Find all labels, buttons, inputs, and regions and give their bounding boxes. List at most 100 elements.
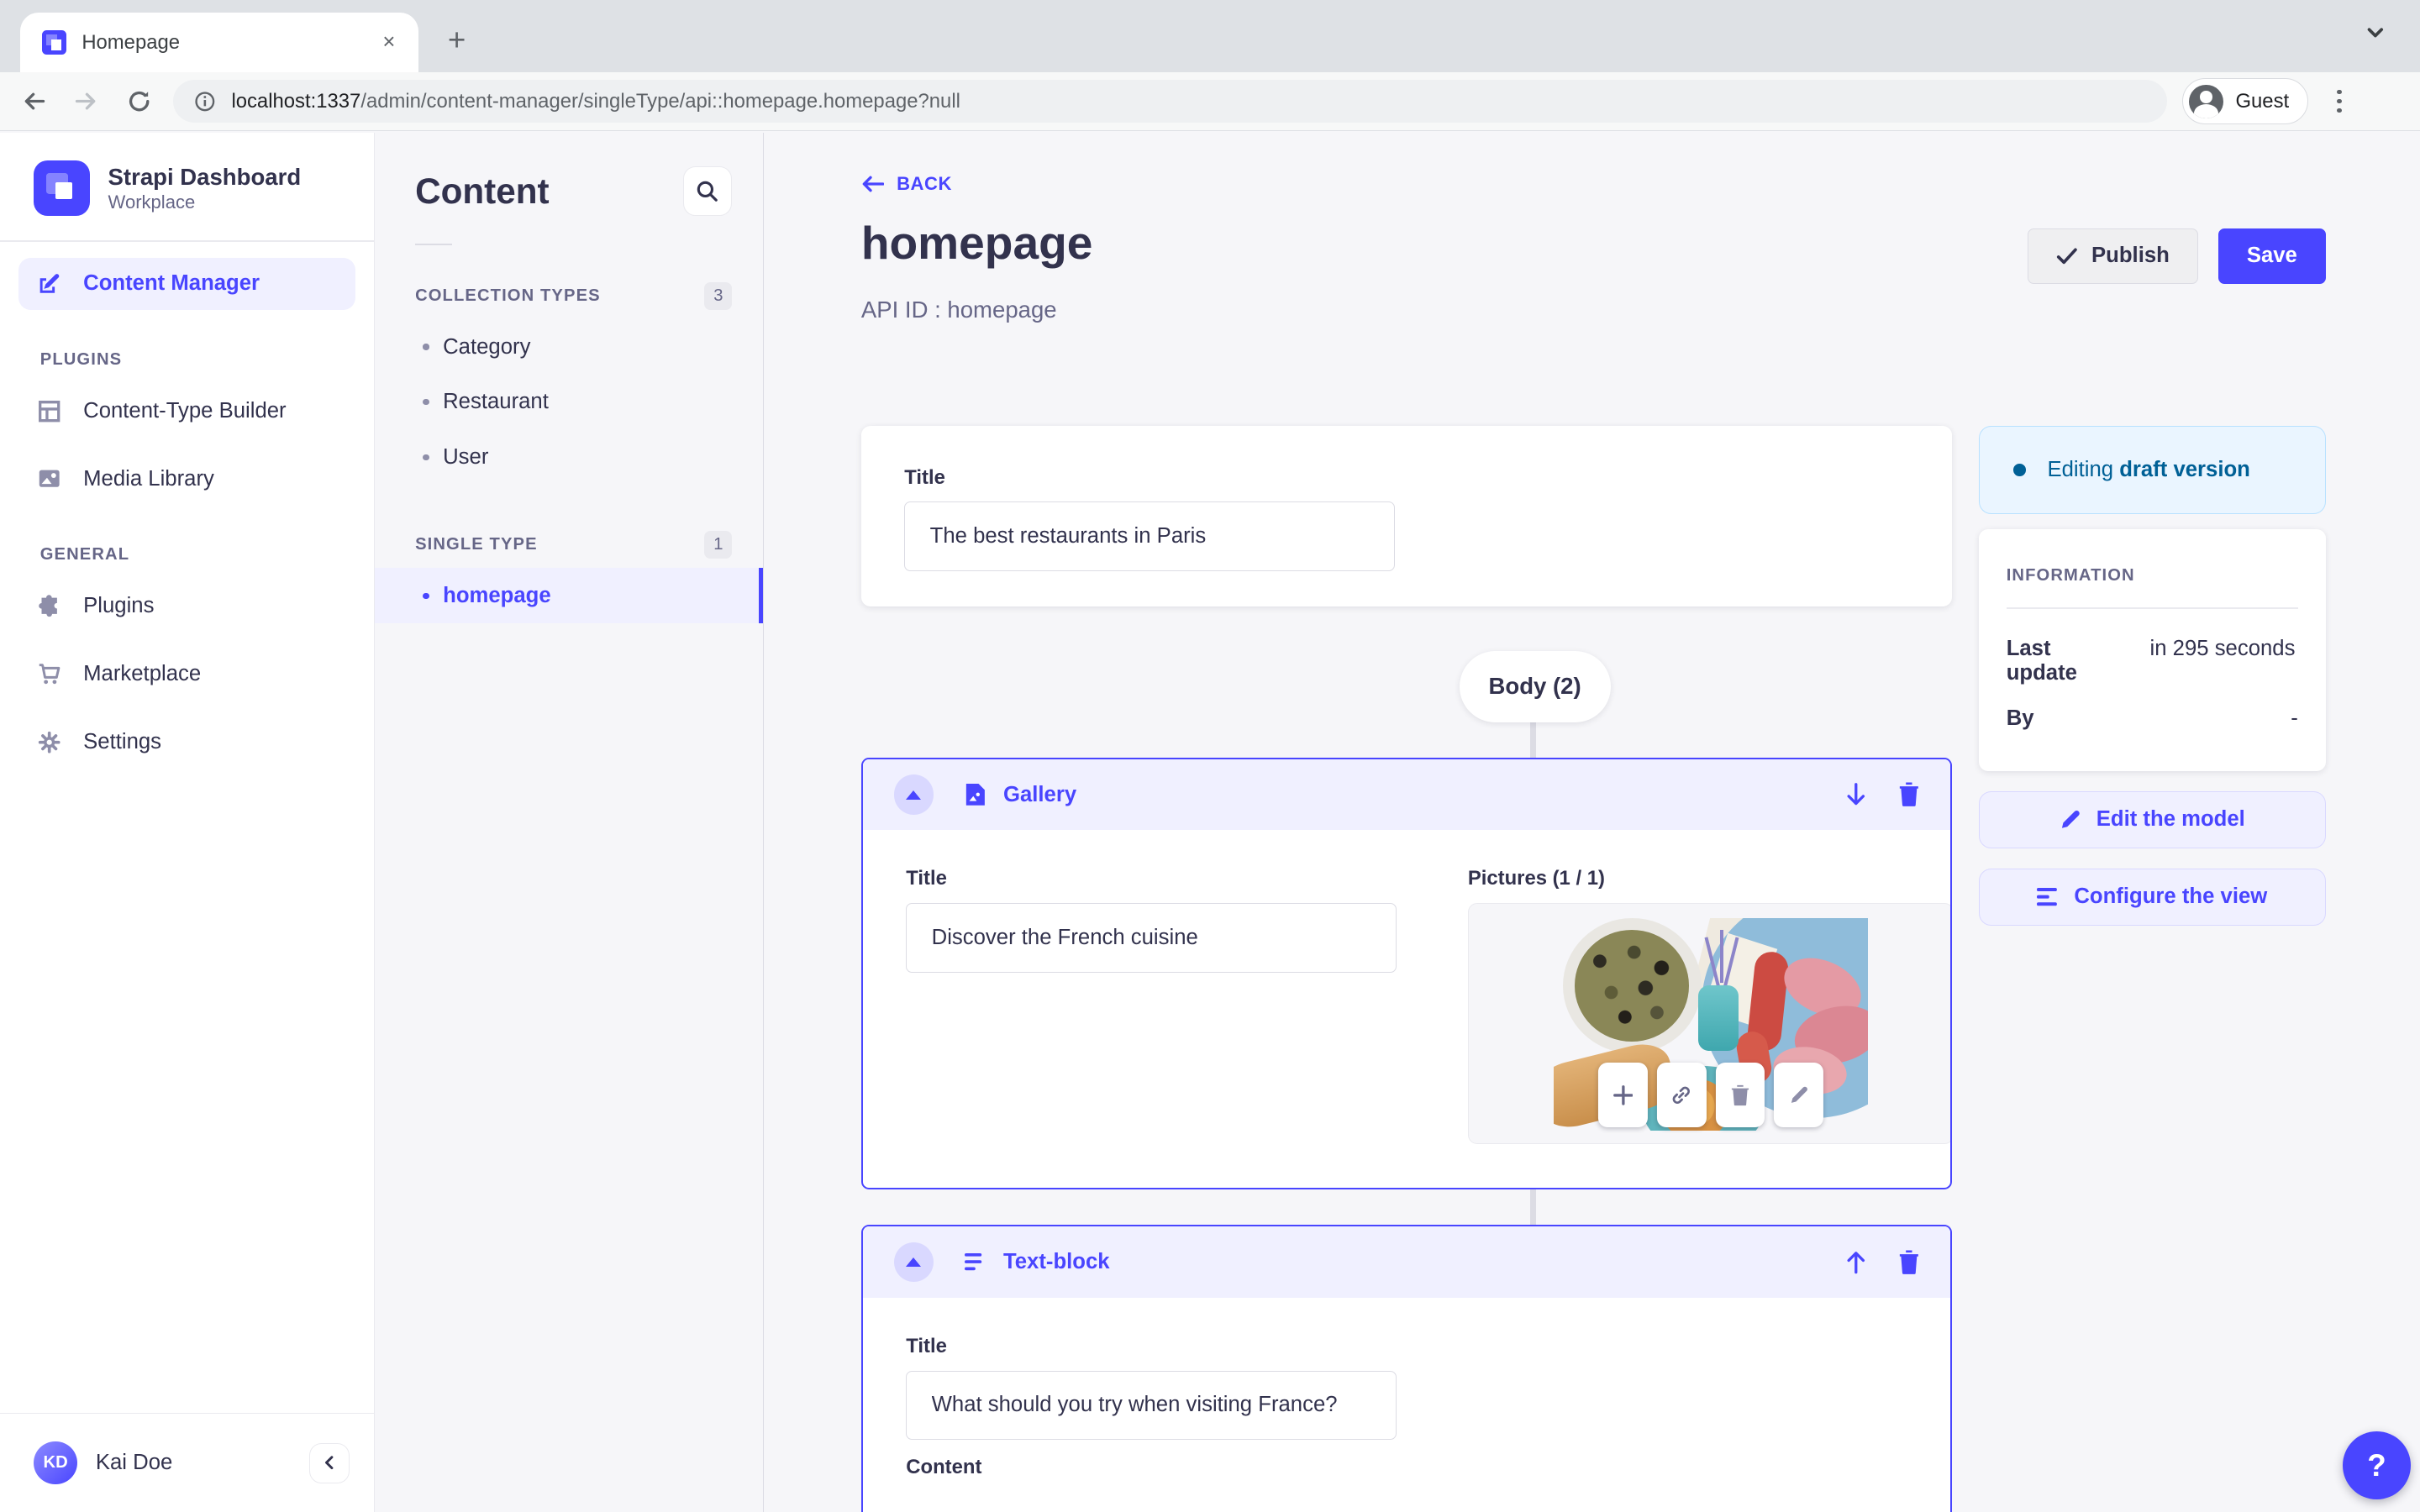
arrow-left-icon (861, 175, 885, 193)
collapse-component-button[interactable] (894, 1242, 934, 1283)
collapse-component-button[interactable] (894, 774, 934, 815)
forward-nav-icon[interactable] (68, 83, 105, 120)
right-panel: Editing draft version INFORMATION Last u… (1979, 426, 2326, 926)
url-host: localhost:1337 (231, 90, 360, 113)
publish-button[interactable]: Publish (2028, 228, 2198, 284)
sidebar-section-plugins: PLUGINS (40, 350, 375, 370)
component-name: Text-block (1003, 1250, 1826, 1274)
sidebar-item-plugins[interactable]: Plugins (18, 580, 355, 632)
brand[interactable]: Strapi Dashboard Workplace (0, 133, 374, 241)
move-up-button[interactable] (1844, 1250, 1868, 1274)
add-picture-button[interactable] (1598, 1063, 1648, 1127)
sidebar-item-label: Media Library (83, 467, 214, 491)
brand-title: Strapi Dashboard (108, 163, 302, 192)
picture-actions (1598, 1063, 1823, 1127)
zone-connector (1530, 1189, 1536, 1225)
delete-picture-button[interactable] (1716, 1063, 1765, 1127)
bullet-icon (423, 454, 429, 460)
zone-connector (1530, 719, 1536, 759)
help-button[interactable]: ? (2343, 1431, 2411, 1499)
url-text: localhost:1337/admin/content-manager/sin… (231, 90, 960, 113)
lines-icon (2037, 888, 2059, 906)
screen: Homepage × + localhost:1337/admin/conten… (0, 0, 2420, 1512)
last-update-value: in 295 seconds (2150, 637, 2298, 685)
edit-picture-button[interactable] (1774, 1063, 1823, 1127)
information-divider (2007, 607, 2298, 609)
pictures-label: Pictures (1 / 1) (1468, 867, 1953, 890)
sidebar-item-content-type-builder[interactable]: Content-Type Builder (18, 385, 355, 437)
browser-menu-icon[interactable] (2324, 90, 2355, 113)
user-avatar-icon (2189, 85, 2223, 118)
sidebar-user-row[interactable]: KD Kai Doe (0, 1413, 374, 1512)
gallery-title-input[interactable] (906, 903, 1397, 973)
gear-icon (37, 730, 61, 754)
body-dynamic-zone-pill[interactable]: Body (2) (1460, 651, 1611, 722)
last-update-label: Last update (2007, 637, 2127, 685)
collection-type-label: User (443, 445, 488, 470)
collection-type-restaurant[interactable]: Restaurant (375, 375, 763, 430)
subnav-title: Content (415, 171, 550, 212)
tab-close-icon[interactable]: × (375, 29, 402, 56)
search-button[interactable] (683, 166, 733, 216)
draft-dot-icon (2013, 464, 2026, 476)
move-down-button[interactable] (1844, 782, 1868, 806)
configure-view-button[interactable]: Configure the view (1979, 869, 2326, 926)
save-label: Save (2247, 244, 2297, 268)
save-button[interactable]: Save (2218, 228, 2326, 284)
delete-component-button[interactable] (1898, 782, 1920, 806)
triangle-up-icon (906, 1257, 921, 1267)
check-icon (2056, 247, 2078, 265)
sidebar-item-settings[interactable]: Settings (18, 716, 355, 768)
new-tab-button[interactable]: + (439, 24, 476, 60)
sidebar-item-label: Content Manager (83, 271, 260, 296)
puzzle-icon (37, 594, 61, 618)
sidebar-item-label: Marketplace (83, 662, 201, 686)
single-type-homepage[interactable]: homepage (375, 568, 763, 623)
sidebar-item-content-manager[interactable]: Content Manager (18, 258, 355, 310)
chevron-down-icon[interactable] (2365, 22, 2386, 44)
guest-button[interactable]: Guest (2182, 78, 2308, 124)
copy-link-button[interactable] (1657, 1063, 1707, 1127)
sidebar-item-marketplace[interactable]: Marketplace (18, 648, 355, 700)
browser-tab[interactable]: Homepage × (20, 13, 418, 73)
triangle-up-icon (906, 790, 921, 800)
edit-model-button[interactable]: Edit the model (1979, 791, 2326, 848)
editing-draft-banner: Editing draft version (1979, 426, 2326, 514)
single-type-item-label: homepage (443, 584, 551, 608)
user-name: Kai Doe (96, 1451, 291, 1475)
collapse-sidebar-button[interactable] (309, 1443, 350, 1483)
collection-type-user[interactable]: User (375, 430, 763, 486)
by-label: By (2007, 706, 2127, 731)
sidebar-item-label: Plugins (83, 594, 154, 618)
reload-icon[interactable] (120, 83, 157, 120)
tab-title: Homepage (82, 31, 375, 55)
collection-type-label: Category (443, 335, 530, 360)
text-lines-icon (965, 1253, 985, 1272)
sidebar-section-general: GENERAL (40, 545, 375, 564)
delete-component-button[interactable] (1898, 1250, 1920, 1274)
grid-layout-icon (37, 399, 61, 423)
strapi-app: Strapi Dashboard Workplace Content Manag… (0, 133, 2420, 1512)
bullet-icon (423, 344, 429, 349)
guest-label: Guest (2235, 90, 2289, 113)
page-info-icon[interactable] (194, 91, 216, 113)
url-bar[interactable]: localhost:1337/admin/content-manager/sin… (173, 80, 2167, 123)
text-block-title-input[interactable] (906, 1371, 1397, 1441)
text-block-component: Text-block Title (861, 1225, 1953, 1512)
gallery-component-header[interactable]: Gallery (863, 759, 1951, 830)
content-subnav: Content COLLECTION TYPES 3 Category Rest… (375, 133, 764, 1512)
text-block-title-label: Title (906, 1335, 1397, 1358)
back-nav-icon[interactable] (15, 83, 52, 120)
single-type-label: SINGLE TYPE (415, 535, 538, 554)
text-block-component-header[interactable]: Text-block (863, 1226, 1951, 1297)
sidebar-item-media-library[interactable]: Media Library (18, 453, 355, 505)
collection-type-category[interactable]: Category (375, 319, 763, 375)
configure-view-label: Configure the view (2074, 885, 2267, 909)
text-block-content-label: Content (906, 1456, 1907, 1479)
back-link[interactable]: BACK (861, 173, 952, 195)
title-input[interactable] (904, 501, 1395, 571)
cart-icon (37, 662, 61, 686)
sidebar-item-label: Content-Type Builder (83, 399, 286, 423)
picture-file-icon (965, 784, 985, 806)
pictures-field (1468, 903, 1953, 1144)
